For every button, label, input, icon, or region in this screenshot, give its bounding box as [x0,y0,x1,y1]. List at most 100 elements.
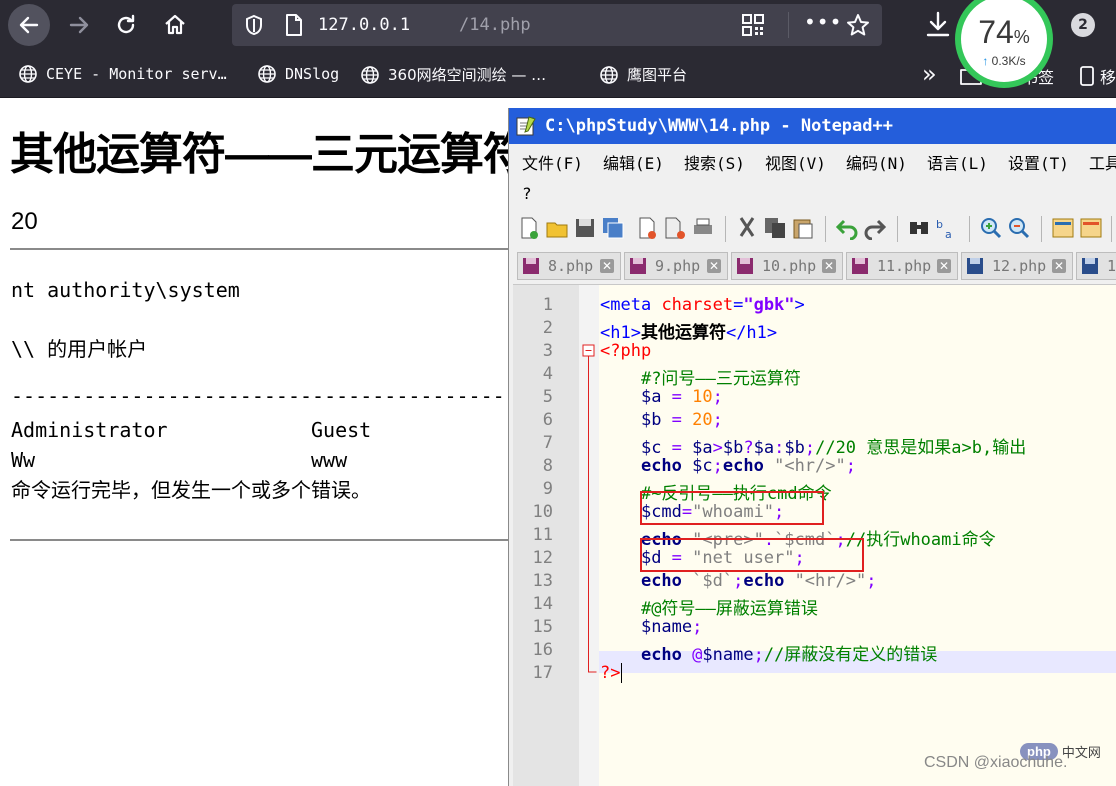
bookmark-overflow-item[interactable]: 移 [1080,64,1116,88]
annotation-box-cmd [640,491,824,525]
bookmark-label: DNSlog [285,65,340,83]
menu-encoding[interactable]: 编码(N) [846,150,907,174]
line-number: 17 [532,663,553,683]
code-line-3: <?php [600,341,652,361]
line-number: 13 [532,571,553,591]
close-icon[interactable]: ✕ [707,259,721,273]
notification-badge[interactable]: 2 [1071,13,1095,37]
tab-label: 9.php [655,257,701,275]
forward-button[interactable] [60,6,98,44]
redo-icon[interactable] [863,216,887,240]
svg-text:a: a [945,228,952,240]
menu-tools[interactable]: 工具 [1089,150,1116,174]
shield-icon[interactable] [244,14,264,36]
bookmark-ceye[interactable]: CEYE - Monitor serv… [18,64,227,84]
user-name: Administrator [11,418,168,442]
line-number: 3 [542,341,553,361]
code-line-13: echo `$d`;echo "<hr/>"; [640,571,877,591]
tab-overflow[interactable]: 1 [1076,252,1116,280]
line-number: 6 [542,410,553,430]
open-file-icon[interactable] [545,216,569,240]
tab-9-php[interactable]: 9.php ✕ [624,252,728,280]
close-icon[interactable]: ✕ [822,259,836,273]
code-editor[interactable]: 1 2 3 4 5 6 7 8 9 10 11 12 13 14 15 16 1… [513,284,1116,786]
home-icon [165,14,185,35]
menu-help[interactable]: ? [522,184,532,203]
close-icon[interactable]: ✕ [600,259,614,273]
zoom-in-icon[interactable] [979,216,1003,240]
code-line-6: $b = 20; [640,410,723,430]
code-line-4: #?问号——三元运算符 [640,369,801,389]
toolbar-separator [969,216,970,242]
bookmarks-bar: CEYE - Monitor serv… DNSlog 360网络空间测绘 — … [0,50,1116,98]
save-all-icon[interactable] [601,216,625,240]
more-actions-icon[interactable]: ••• [804,10,842,34]
toolbar-separator [825,216,826,242]
toolbar-separator [1111,216,1112,242]
saved-file-icon [737,258,753,274]
ternary-result: 20 [11,208,38,235]
page-icon[interactable] [284,13,304,37]
find-icon[interactable] [907,216,931,240]
cut-icon[interactable] [735,216,759,240]
tab-8-php[interactable]: 8.php ✕ [517,252,621,280]
close-icon[interactable]: ✕ [1052,259,1066,273]
menu-bar: 文件(F) 编辑(E) 搜索(S) 视图(V) 编码(N) 语言(L) 设置(T… [509,144,1116,174]
horizontal-rule [10,248,508,250]
saved-file-icon [852,258,868,274]
undo-icon[interactable] [835,216,859,240]
sync-vertical-icon[interactable] [1051,216,1075,240]
browser-toolbar: 127.0.0.1 /14.php ••• 2 [0,0,1116,50]
tab-12-php[interactable]: 12.php ✕ [961,252,1073,280]
code-line-17: ?> [600,663,633,683]
menu-settings[interactable]: 设置(T) [1008,150,1069,174]
download-icon[interactable] [925,10,951,38]
bookmark-dnslog[interactable]: DNSlog [257,64,339,84]
bookmark-hunter[interactable]: 鹰图平台 [599,64,687,85]
menu-file[interactable]: 文件(F) [522,150,583,174]
window-title-bar[interactable]: C:\phpStudy\WWW\14.php - Notepad++ [509,108,1116,144]
fold-collapse-icon[interactable] [579,341,599,681]
speed-percent: 74% [978,14,1030,50]
chevron-double-right-icon[interactable]: » [922,60,937,88]
close-all-icon[interactable] [663,216,687,240]
reload-button[interactable] [107,6,145,44]
code-line-14: #@符号——屏蔽运算错误 [640,599,818,619]
replace-icon[interactable]: ba [935,216,959,240]
qr-code-icon[interactable] [742,14,764,36]
menu-view[interactable]: 视图(V) [765,150,826,174]
tab-label: 12.php [992,257,1047,275]
tab-11-php[interactable]: 11.php ✕ [846,252,958,280]
home-button[interactable] [156,6,194,44]
print-icon[interactable] [691,216,715,240]
bookmark-360-mapping[interactable]: 360网络空间测绘 — … [360,64,546,85]
file-tab-bar: 8.php ✕ 9.php ✕ 10.php ✕ 11.php ✕ 12.php… [513,250,1116,282]
url-host[interactable]: 127.0.0.1 [318,15,410,35]
text-cursor [621,663,633,683]
arrow-up-icon: ↑ [982,54,989,68]
save-icon[interactable] [573,216,597,240]
paste-icon[interactable] [791,216,815,240]
close-file-icon[interactable] [635,216,659,240]
bookmark-star-icon[interactable] [846,13,870,37]
close-icon[interactable]: ✕ [937,259,951,273]
line-number: 7 [542,433,553,453]
new-file-icon[interactable] [517,216,541,240]
line-number: 5 [542,387,553,407]
tab-10-php[interactable]: 10.php ✕ [731,252,843,280]
line-number-gutter: 1 2 3 4 5 6 7 8 9 10 11 12 13 14 15 16 1… [513,285,579,786]
bookmark-overflow-label: 移 [1100,68,1116,87]
zoom-out-icon[interactable] [1007,216,1031,240]
menu-language[interactable]: 语言(L) [927,150,988,174]
back-button[interactable] [8,4,50,46]
tab-label: 8.php [548,257,594,275]
address-bar[interactable]: 127.0.0.1 /14.php ••• [232,4,882,46]
tab-label: 11.php [877,257,932,275]
copy-icon[interactable] [763,216,787,240]
line-number: 14 [532,594,553,614]
url-path[interactable]: /14.php [459,15,531,35]
code-line-5: $a = 10; [640,387,723,407]
menu-search[interactable]: 搜索(S) [684,150,745,174]
sync-horizontal-icon[interactable] [1079,216,1103,240]
menu-edit[interactable]: 编辑(E) [603,150,664,174]
